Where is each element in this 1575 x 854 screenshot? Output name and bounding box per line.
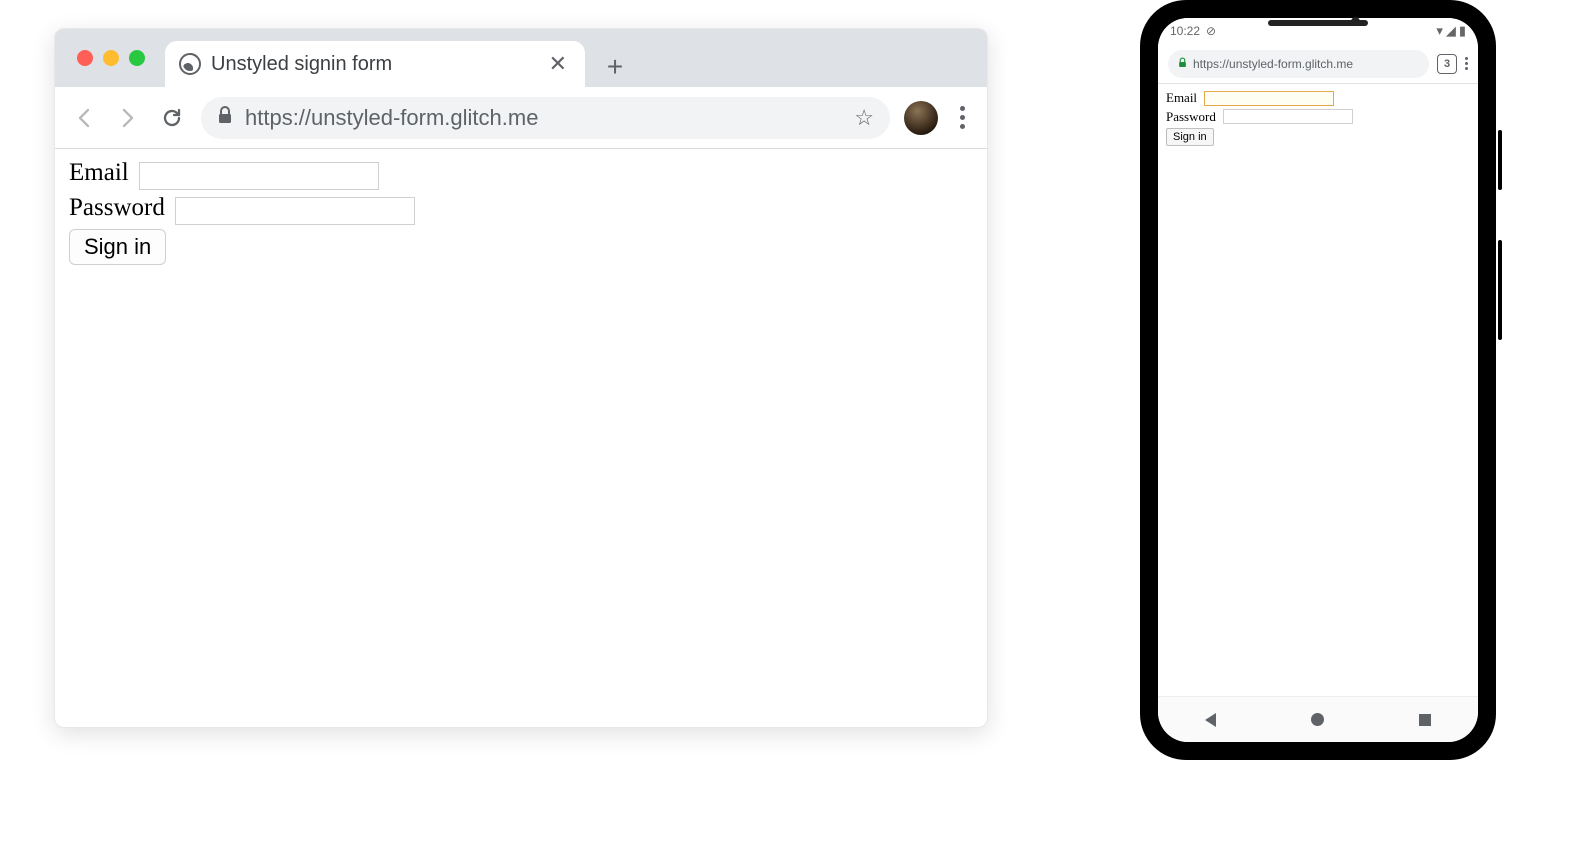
password-input[interactable] xyxy=(175,197,415,225)
address-bar[interactable]: https://unstyled-form.glitch.me ☆ xyxy=(201,97,890,139)
lock-icon xyxy=(217,106,233,129)
profile-avatar[interactable] xyxy=(904,101,938,135)
email-input[interactable] xyxy=(139,162,379,190)
phone-address-bar[interactable]: https://unstyled-form.glitch.me xyxy=(1168,50,1429,78)
phone-screen: 10:22 ⊘ ▾ ◢ ▮ https://unstyled-form.glit… xyxy=(1158,18,1478,742)
password-label: Password xyxy=(69,194,165,221)
password-row: Password xyxy=(1166,109,1470,126)
window-controls xyxy=(67,29,165,87)
forward-button[interactable] xyxy=(113,103,143,133)
phone-menu-button[interactable] xyxy=(1465,57,1468,70)
reload-button[interactable] xyxy=(157,103,187,133)
browser-toolbar: https://unstyled-form.glitch.me ☆ xyxy=(55,87,987,149)
phone-side-button xyxy=(1498,240,1502,340)
email-label: Email xyxy=(1166,90,1197,105)
do-not-disturb-icon: ⊘ xyxy=(1206,24,1216,38)
lock-icon xyxy=(1178,57,1187,71)
arrow-left-icon xyxy=(72,106,96,130)
android-back-button[interactable] xyxy=(1205,713,1216,727)
tabs-count-value: 3 xyxy=(1444,58,1450,70)
arrow-right-icon xyxy=(116,106,140,130)
android-home-button[interactable] xyxy=(1311,713,1324,726)
globe-icon xyxy=(179,53,201,75)
submit-row: Sign in xyxy=(1166,128,1470,146)
password-input[interactable] xyxy=(1223,109,1353,124)
new-tab-button[interactable]: + xyxy=(595,47,635,87)
page-viewport: Email Password Sign in xyxy=(55,149,987,279)
phone-side-button xyxy=(1498,130,1502,190)
status-time: 10:22 xyxy=(1170,24,1200,38)
phone-camera xyxy=(1351,17,1360,26)
tabs-count-button[interactable]: 3 xyxy=(1437,54,1457,74)
back-button[interactable] xyxy=(69,103,99,133)
wifi-icon: ▾ xyxy=(1436,23,1443,39)
email-row: Email xyxy=(1166,90,1470,107)
submit-row: Sign in xyxy=(69,229,973,265)
battery-icon: ▮ xyxy=(1459,23,1466,39)
phone-page-viewport: Email Password Sign in xyxy=(1158,84,1478,696)
email-label: Email xyxy=(69,159,129,186)
password-label: Password xyxy=(1166,109,1216,124)
email-input[interactable] xyxy=(1204,91,1334,106)
desktop-browser-window: Unstyled signin form ✕ + https://unstyle… xyxy=(54,28,988,728)
browser-menu-button[interactable] xyxy=(952,106,973,129)
bookmark-star-icon[interactable]: ☆ xyxy=(854,105,874,131)
android-recent-button[interactable] xyxy=(1419,714,1431,726)
phone-browser-toolbar: https://unstyled-form.glitch.me 3 xyxy=(1158,44,1478,84)
maximize-window-button[interactable] xyxy=(129,50,145,66)
phone-url-text: https://unstyled-form.glitch.me xyxy=(1193,57,1353,71)
signin-button[interactable]: Sign in xyxy=(1166,128,1214,146)
phone-device-frame: 10:22 ⊘ ▾ ◢ ▮ https://unstyled-form.glit… xyxy=(1140,0,1496,760)
reload-icon xyxy=(160,106,184,130)
url-text: https://unstyled-form.glitch.me xyxy=(245,105,842,131)
signal-icon: ◢ xyxy=(1446,23,1456,39)
password-row: Password xyxy=(69,194,973,225)
email-row: Email xyxy=(69,159,973,190)
minimize-window-button[interactable] xyxy=(103,50,119,66)
phone-system-navbar xyxy=(1158,696,1478,742)
close-tab-icon[interactable]: ✕ xyxy=(545,51,571,77)
browser-tab[interactable]: Unstyled signin form ✕ xyxy=(165,41,585,87)
tab-strip: Unstyled signin form ✕ + xyxy=(55,29,987,87)
signin-button[interactable]: Sign in xyxy=(69,229,166,265)
close-window-button[interactable] xyxy=(77,50,93,66)
tab-title: Unstyled signin form xyxy=(211,53,535,76)
